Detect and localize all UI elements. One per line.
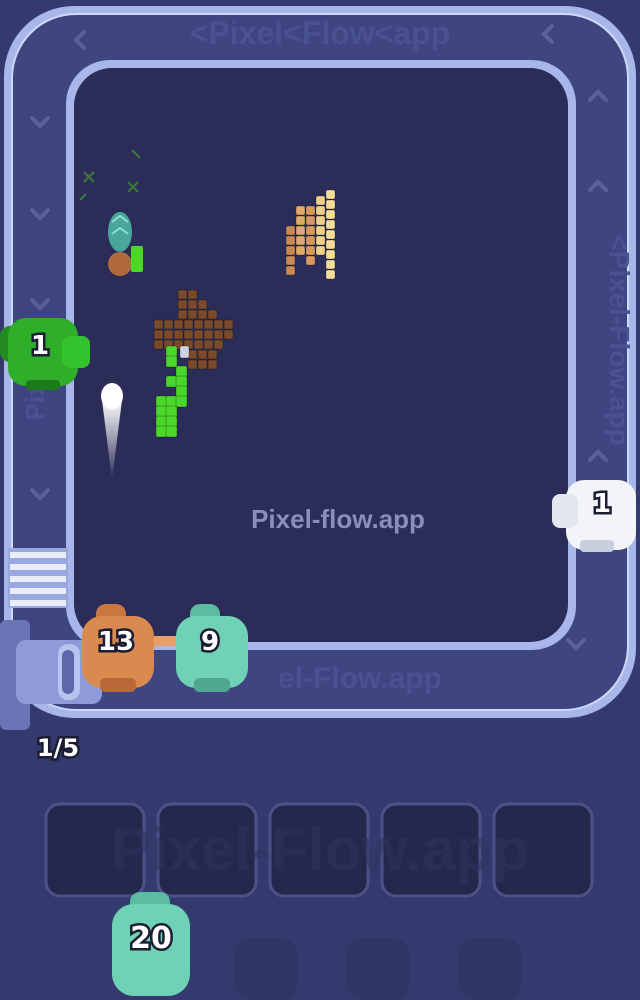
watermark-bottom-track: el-Flow.app [278,662,442,695]
pixel-block [187,359,198,370]
game-board: <Pixel<Flow<app <Pixel-Flow.app el-Flow.… [0,6,636,1000]
pixel-block [193,329,204,340]
shooter-count: 9 [201,627,219,657]
pixel-block [325,249,336,260]
pixel-block [305,235,316,246]
pixel-block [197,349,208,360]
pixel-block [165,375,178,388]
pixel-block [175,395,188,408]
pixel-block [325,219,336,230]
pixel-block [325,269,336,280]
pixel-block [177,289,188,300]
pixel-block [285,265,296,276]
conveyor-capacity: 1/5 [37,734,79,762]
pixel-block [153,319,164,330]
pixel-block [165,425,178,438]
pixel-block [193,319,204,330]
pixel-block [153,339,164,350]
pixel-block [197,309,208,320]
pixel-block [305,245,316,256]
pixel-block [203,339,214,350]
pixel-block [165,345,178,358]
pixel-block [213,319,224,330]
pixel-block [203,319,214,330]
watermark-right: <Pixel-Flow.app [604,234,635,445]
pixel-block [163,319,174,330]
pixel-block [155,425,168,438]
pixel-block [315,215,326,226]
pixel-block [315,235,326,246]
pixel-block [325,259,336,270]
pixel-block [187,309,198,320]
pixel-block [295,235,306,246]
pixel-block [223,319,234,330]
pixel-block [153,329,164,340]
pixel-block [315,195,326,206]
pixel-block [207,349,218,360]
pixel-block [285,225,296,236]
pixel-block [295,215,306,226]
shooter-teal-queue[interactable]: 20 [112,892,190,996]
ramp-stairs [8,548,68,608]
watermark-tray: Pixel-Flow.app [111,816,529,883]
pixel-block [325,229,336,240]
pixel-block [207,309,218,320]
pixel-block [325,199,336,210]
queue-placeholders [234,938,522,1000]
pixel-block [155,405,168,418]
pixel-block [177,299,188,310]
pixel-block [315,205,326,216]
pixel-block [305,225,316,236]
pixel-block [223,329,234,340]
pixel-block [155,395,168,408]
shooter-count: 20 [130,921,172,956]
pixel-block [295,225,306,236]
pixel-block [187,289,198,300]
pixel-block [179,345,190,359]
pixel-block [305,255,316,266]
pixel-block [165,395,178,408]
pixel-block [175,375,188,388]
pixel-block [325,239,336,250]
pixel-block [183,319,194,330]
pixel-block [165,415,178,428]
pixel-block [203,329,214,340]
pixel-block [305,205,316,216]
pixel-block [285,235,296,246]
pixel-block [175,385,188,398]
pixel-block [285,255,296,266]
shooter-count: 1 [31,331,49,361]
pixel-block [213,339,224,350]
pixel-block [213,329,224,340]
pixel-block [305,215,316,226]
watermark-center: Pixel-flow.app [251,504,425,534]
watermark-top: <Pixel<Flow<app [190,15,451,51]
pixel-block [197,359,208,370]
pixel-block [295,205,306,216]
shooter-count: 1 [593,489,611,519]
pixel-block [183,329,194,340]
pixel-block [187,299,198,310]
pixel-block [197,299,208,310]
shooter-count: 13 [98,627,134,657]
pixel-block [325,189,336,200]
pixel-block [175,365,188,378]
pixel-block [177,309,188,320]
pixel-block [315,225,326,236]
pixel-block [165,405,178,418]
pixel-block [173,329,184,340]
pixel-block [165,355,178,368]
pixel-block [325,209,336,220]
pixel-block [155,415,168,428]
pixel-block [295,245,306,256]
pixel-block [163,329,174,340]
pixel-block [207,359,218,370]
pixel-block [285,245,296,256]
pixel-block [315,245,326,256]
pixel-block [173,319,184,330]
pixel-block [193,339,204,350]
